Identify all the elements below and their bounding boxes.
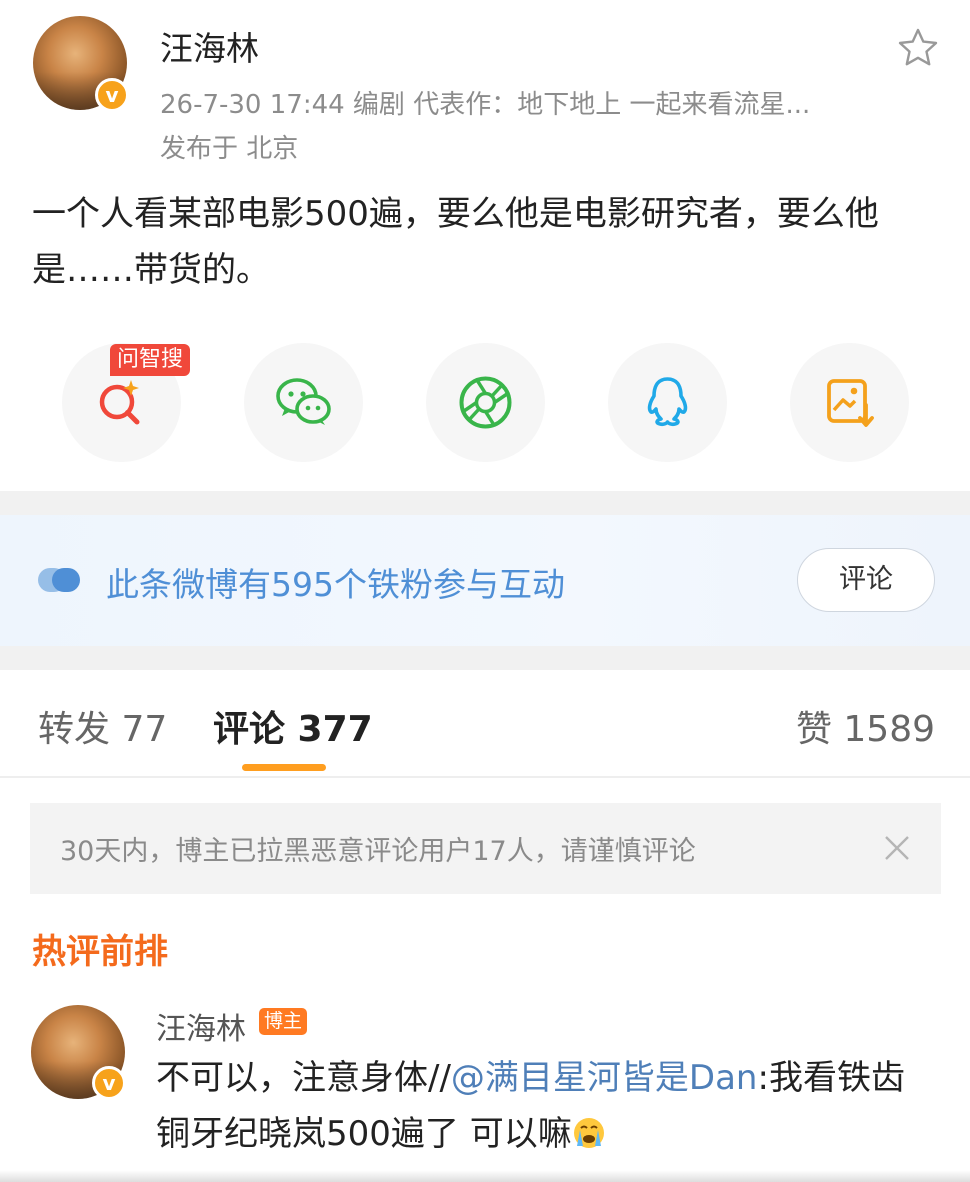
moderation-notice: 30天内，博主已拉黑恶意评论用户17人，请谨慎评论 — [30, 803, 941, 894]
wenzhisou-tag: 问智搜 — [110, 344, 191, 376]
notice-text: 30天内，博主已拉黑恶意评论用户17人，请谨慎评论 — [60, 836, 696, 867]
fans-interaction-text: 此条微博有595个铁粉参与互动 — [106, 565, 565, 604]
verified-badge-icon: v — [92, 1066, 126, 1100]
section-divider — [0, 491, 970, 515]
share-qq-button[interactable] — [608, 343, 727, 462]
author-name[interactable]: 汪海林 — [160, 22, 259, 70]
author-badge: 博主 — [259, 1008, 308, 1035]
share-wechat-button[interactable] — [244, 343, 363, 462]
bottom-fade — [0, 1170, 970, 1182]
save-image-icon — [827, 379, 874, 427]
tab-comments[interactable]: 评论 377 — [213, 700, 373, 752]
tab-likes[interactable]: 赞 1589 — [796, 700, 935, 752]
star-icon[interactable] — [896, 26, 940, 70]
active-tab-indicator — [242, 764, 326, 771]
banner-comment-button[interactable]: 评论 — [797, 548, 935, 612]
tab-reposts[interactable]: 转发 77 — [38, 700, 167, 752]
fans-badge-icon — [38, 568, 80, 592]
post-location: 发布于 北京 — [160, 134, 299, 164]
wechat-icon — [276, 378, 331, 425]
share-save-image-button[interactable] — [790, 343, 909, 462]
hot-comments-heading: 热评前排 — [32, 932, 168, 972]
post-text: 一个人看某部电影500遍，要么他是电影研究者，要么他是……带货的。 — [32, 194, 879, 290]
comment-text: 不可以，注意身体//@满目星河皆是Dan:我看铁齿铜牙纪晓岚500遍了 可以嘛 — [156, 1050, 936, 1162]
post-meta: 26-7-30 17:44 编剧 代表作：地下地上 一起来看流星... — [160, 90, 811, 120]
section-divider — [0, 646, 970, 670]
tabs-divider — [0, 776, 970, 778]
magnifier-sparkle-icon — [99, 380, 140, 425]
comment-text-prefix: 不可以，注意身体// — [156, 1058, 451, 1098]
share-moments-button[interactable] — [426, 343, 545, 462]
verified-badge-icon: v — [95, 78, 129, 112]
crying-emoji-icon — [573, 1118, 604, 1148]
close-icon[interactable] — [883, 834, 911, 862]
qq-icon — [647, 377, 688, 427]
comment-author-name[interactable]: 汪海林 — [156, 1004, 246, 1048]
moments-icon — [459, 376, 512, 429]
mention-link[interactable]: @满目星河皆是Dan — [451, 1058, 758, 1098]
